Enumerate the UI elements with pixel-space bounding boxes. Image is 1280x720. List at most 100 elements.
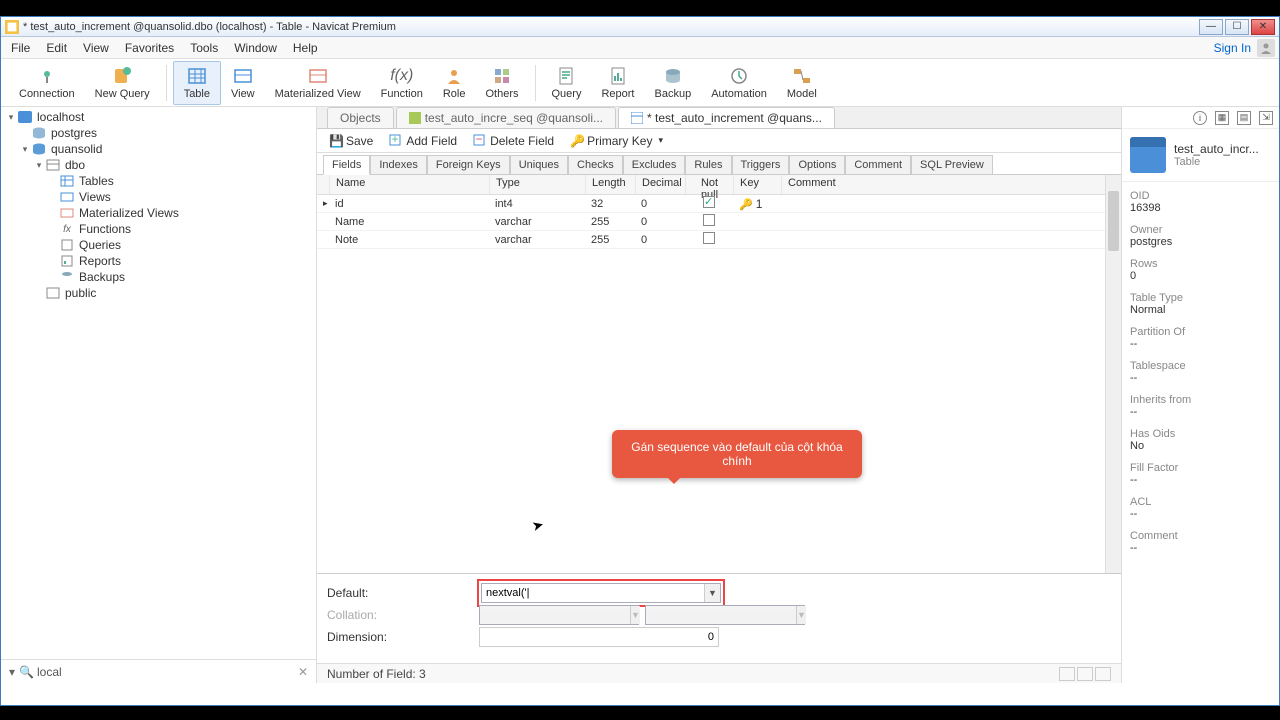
menu-tools[interactable]: Tools	[182, 39, 226, 57]
view-mode-icon[interactable]	[1059, 667, 1075, 681]
role-button[interactable]: Role	[433, 61, 476, 105]
tree-functions[interactable]: fxFunctions	[1, 221, 316, 237]
sign-in-link[interactable]: Sign In	[1214, 41, 1257, 55]
tab-sequence[interactable]: test_auto_incre_seq @quansoli...	[396, 107, 616, 128]
menu-favorites[interactable]: Favorites	[117, 39, 182, 57]
toolbar-separator	[166, 65, 167, 101]
view-mode-icon[interactable]	[1095, 667, 1111, 681]
notnull-checkbox[interactable]	[703, 196, 715, 208]
panel-toggle-icon[interactable]: ▦	[1215, 111, 1229, 125]
tab-comment[interactable]: Comment	[845, 155, 911, 174]
dropdown-icon[interactable]: ▼	[704, 584, 720, 602]
tab-indexes[interactable]: Indexes	[370, 155, 427, 174]
new-query-button[interactable]: New Query	[85, 61, 160, 105]
tree-postgres[interactable]: postgres	[1, 125, 316, 141]
tree-tables[interactable]: Tables	[1, 173, 316, 189]
expand-icon[interactable]: ▾	[5, 112, 17, 123]
search-input[interactable]	[33, 665, 298, 679]
tab-table-design[interactable]: * test_auto_increment @quans...	[618, 107, 835, 128]
materialized-view-button[interactable]: Materialized View	[265, 61, 371, 105]
dimension-input-wrap[interactable]	[479, 627, 719, 647]
filter-icon[interactable]: ▾	[5, 665, 19, 679]
panel-toggle-icon[interactable]: ⇲	[1259, 111, 1273, 125]
window-title: * test_auto_increment @quansolid.dbo (lo…	[23, 21, 1197, 33]
tree-backups[interactable]: Backups	[1, 269, 316, 285]
tab-foreign-keys[interactable]: Foreign Keys	[427, 155, 510, 174]
tab-fields[interactable]: Fields	[323, 155, 370, 175]
panel-toggle-icon[interactable]: ▤	[1237, 111, 1251, 125]
default-input[interactable]	[482, 587, 704, 599]
default-combo[interactable]: ▼	[481, 583, 721, 603]
tab-excludes[interactable]: Excludes	[623, 155, 686, 174]
content-area: ▾ localhost postgres ▾ quansolid ▾	[1, 107, 1279, 683]
table-button[interactable]: Table	[173, 61, 221, 105]
field-row[interactable]: Note varchar 255 0	[317, 231, 1121, 249]
tree-mviews[interactable]: Materialized Views	[1, 205, 316, 221]
expand-icon[interactable]: ▾	[19, 144, 31, 155]
search-icon: 🔍	[19, 665, 33, 679]
tree-localhost[interactable]: ▾ localhost	[1, 109, 316, 125]
automation-button[interactable]: Automation	[701, 61, 777, 105]
function-button[interactable]: f(x) Function	[371, 61, 433, 105]
col-key[interactable]: Key	[734, 175, 782, 194]
save-button[interactable]: 💾Save	[323, 132, 379, 150]
main-toolbar: Connection New Query Table View Material…	[1, 59, 1279, 107]
add-field-button[interactable]: +Add Field	[383, 132, 463, 150]
server-icon	[17, 110, 33, 124]
tree-quansolid[interactable]: ▾ quansolid	[1, 141, 316, 157]
tab-options[interactable]: Options	[789, 155, 845, 174]
tab-triggers[interactable]: Triggers	[732, 155, 790, 174]
notnull-checkbox[interactable]	[703, 232, 715, 244]
menu-window[interactable]: Window	[226, 39, 285, 57]
tree-views[interactable]: Views	[1, 189, 316, 205]
table-design-icon	[631, 112, 643, 124]
close-button[interactable]: ✕	[1251, 19, 1275, 35]
col-type[interactable]: Type	[490, 175, 586, 194]
others-button[interactable]: Others	[475, 61, 528, 105]
field-row[interactable]: ▸ id int4 32 0 🔑 1	[317, 195, 1121, 213]
connection-button[interactable]: Connection	[9, 61, 85, 105]
info-icon[interactable]: i	[1193, 111, 1207, 125]
vertical-scrollbar[interactable]	[1105, 175, 1121, 573]
col-length[interactable]: Length	[586, 175, 636, 194]
tab-uniques[interactable]: Uniques	[510, 155, 568, 174]
tab-rules[interactable]: Rules	[685, 155, 731, 174]
col-name[interactable]: Name	[330, 175, 490, 194]
connection-tree[interactable]: ▾ localhost postgres ▾ quansolid ▾	[1, 107, 316, 659]
menu-view[interactable]: View	[75, 39, 117, 57]
view-button[interactable]: View	[221, 61, 265, 105]
primary-key-button[interactable]: 🔑Primary Key▾	[564, 132, 669, 150]
minimize-button[interactable]: —	[1199, 19, 1223, 35]
model-button[interactable]: Model	[777, 61, 827, 105]
tree-reports[interactable]: Reports	[1, 253, 316, 269]
maximize-button[interactable]: ☐	[1225, 19, 1249, 35]
expand-icon[interactable]: ▾	[33, 160, 45, 171]
delete-field-button[interactable]: −Delete Field	[467, 132, 560, 150]
tab-sql-preview[interactable]: SQL Preview	[911, 155, 993, 174]
menu-help[interactable]: Help	[285, 39, 326, 57]
dimension-input[interactable]	[480, 631, 718, 643]
tab-objects[interactable]: Objects	[327, 107, 394, 128]
tab-checks[interactable]: Checks	[568, 155, 623, 174]
backup-button[interactable]: Backup	[645, 61, 702, 105]
col-notnull[interactable]: Not null	[686, 175, 734, 194]
clear-search-icon[interactable]: ✕	[298, 665, 312, 679]
navigation-panel: ▾ localhost postgres ▾ quansolid ▾	[1, 107, 317, 683]
field-row[interactable]: Name varchar 255 0	[317, 213, 1121, 231]
query-button[interactable]: Query	[542, 61, 592, 105]
tree-dbo[interactable]: ▾ dbo	[1, 157, 316, 173]
avatar-icon[interactable]	[1257, 39, 1275, 57]
menu-edit[interactable]: Edit	[38, 39, 75, 57]
col-comment[interactable]: Comment	[782, 175, 1121, 194]
fields-grid[interactable]: Name Type Length Decimal Not null Key Co…	[317, 175, 1121, 573]
sequence-icon	[409, 112, 421, 124]
notnull-checkbox[interactable]	[703, 214, 715, 226]
schema-icon	[45, 158, 61, 172]
tree-public[interactable]: public	[1, 285, 316, 301]
scrollbar-thumb[interactable]	[1108, 191, 1119, 251]
report-button[interactable]: Report	[591, 61, 644, 105]
menu-file[interactable]: File	[3, 39, 38, 57]
tree-queries[interactable]: Queries	[1, 237, 316, 253]
view-mode-icon[interactable]	[1077, 667, 1093, 681]
col-decimal[interactable]: Decimal	[636, 175, 686, 194]
